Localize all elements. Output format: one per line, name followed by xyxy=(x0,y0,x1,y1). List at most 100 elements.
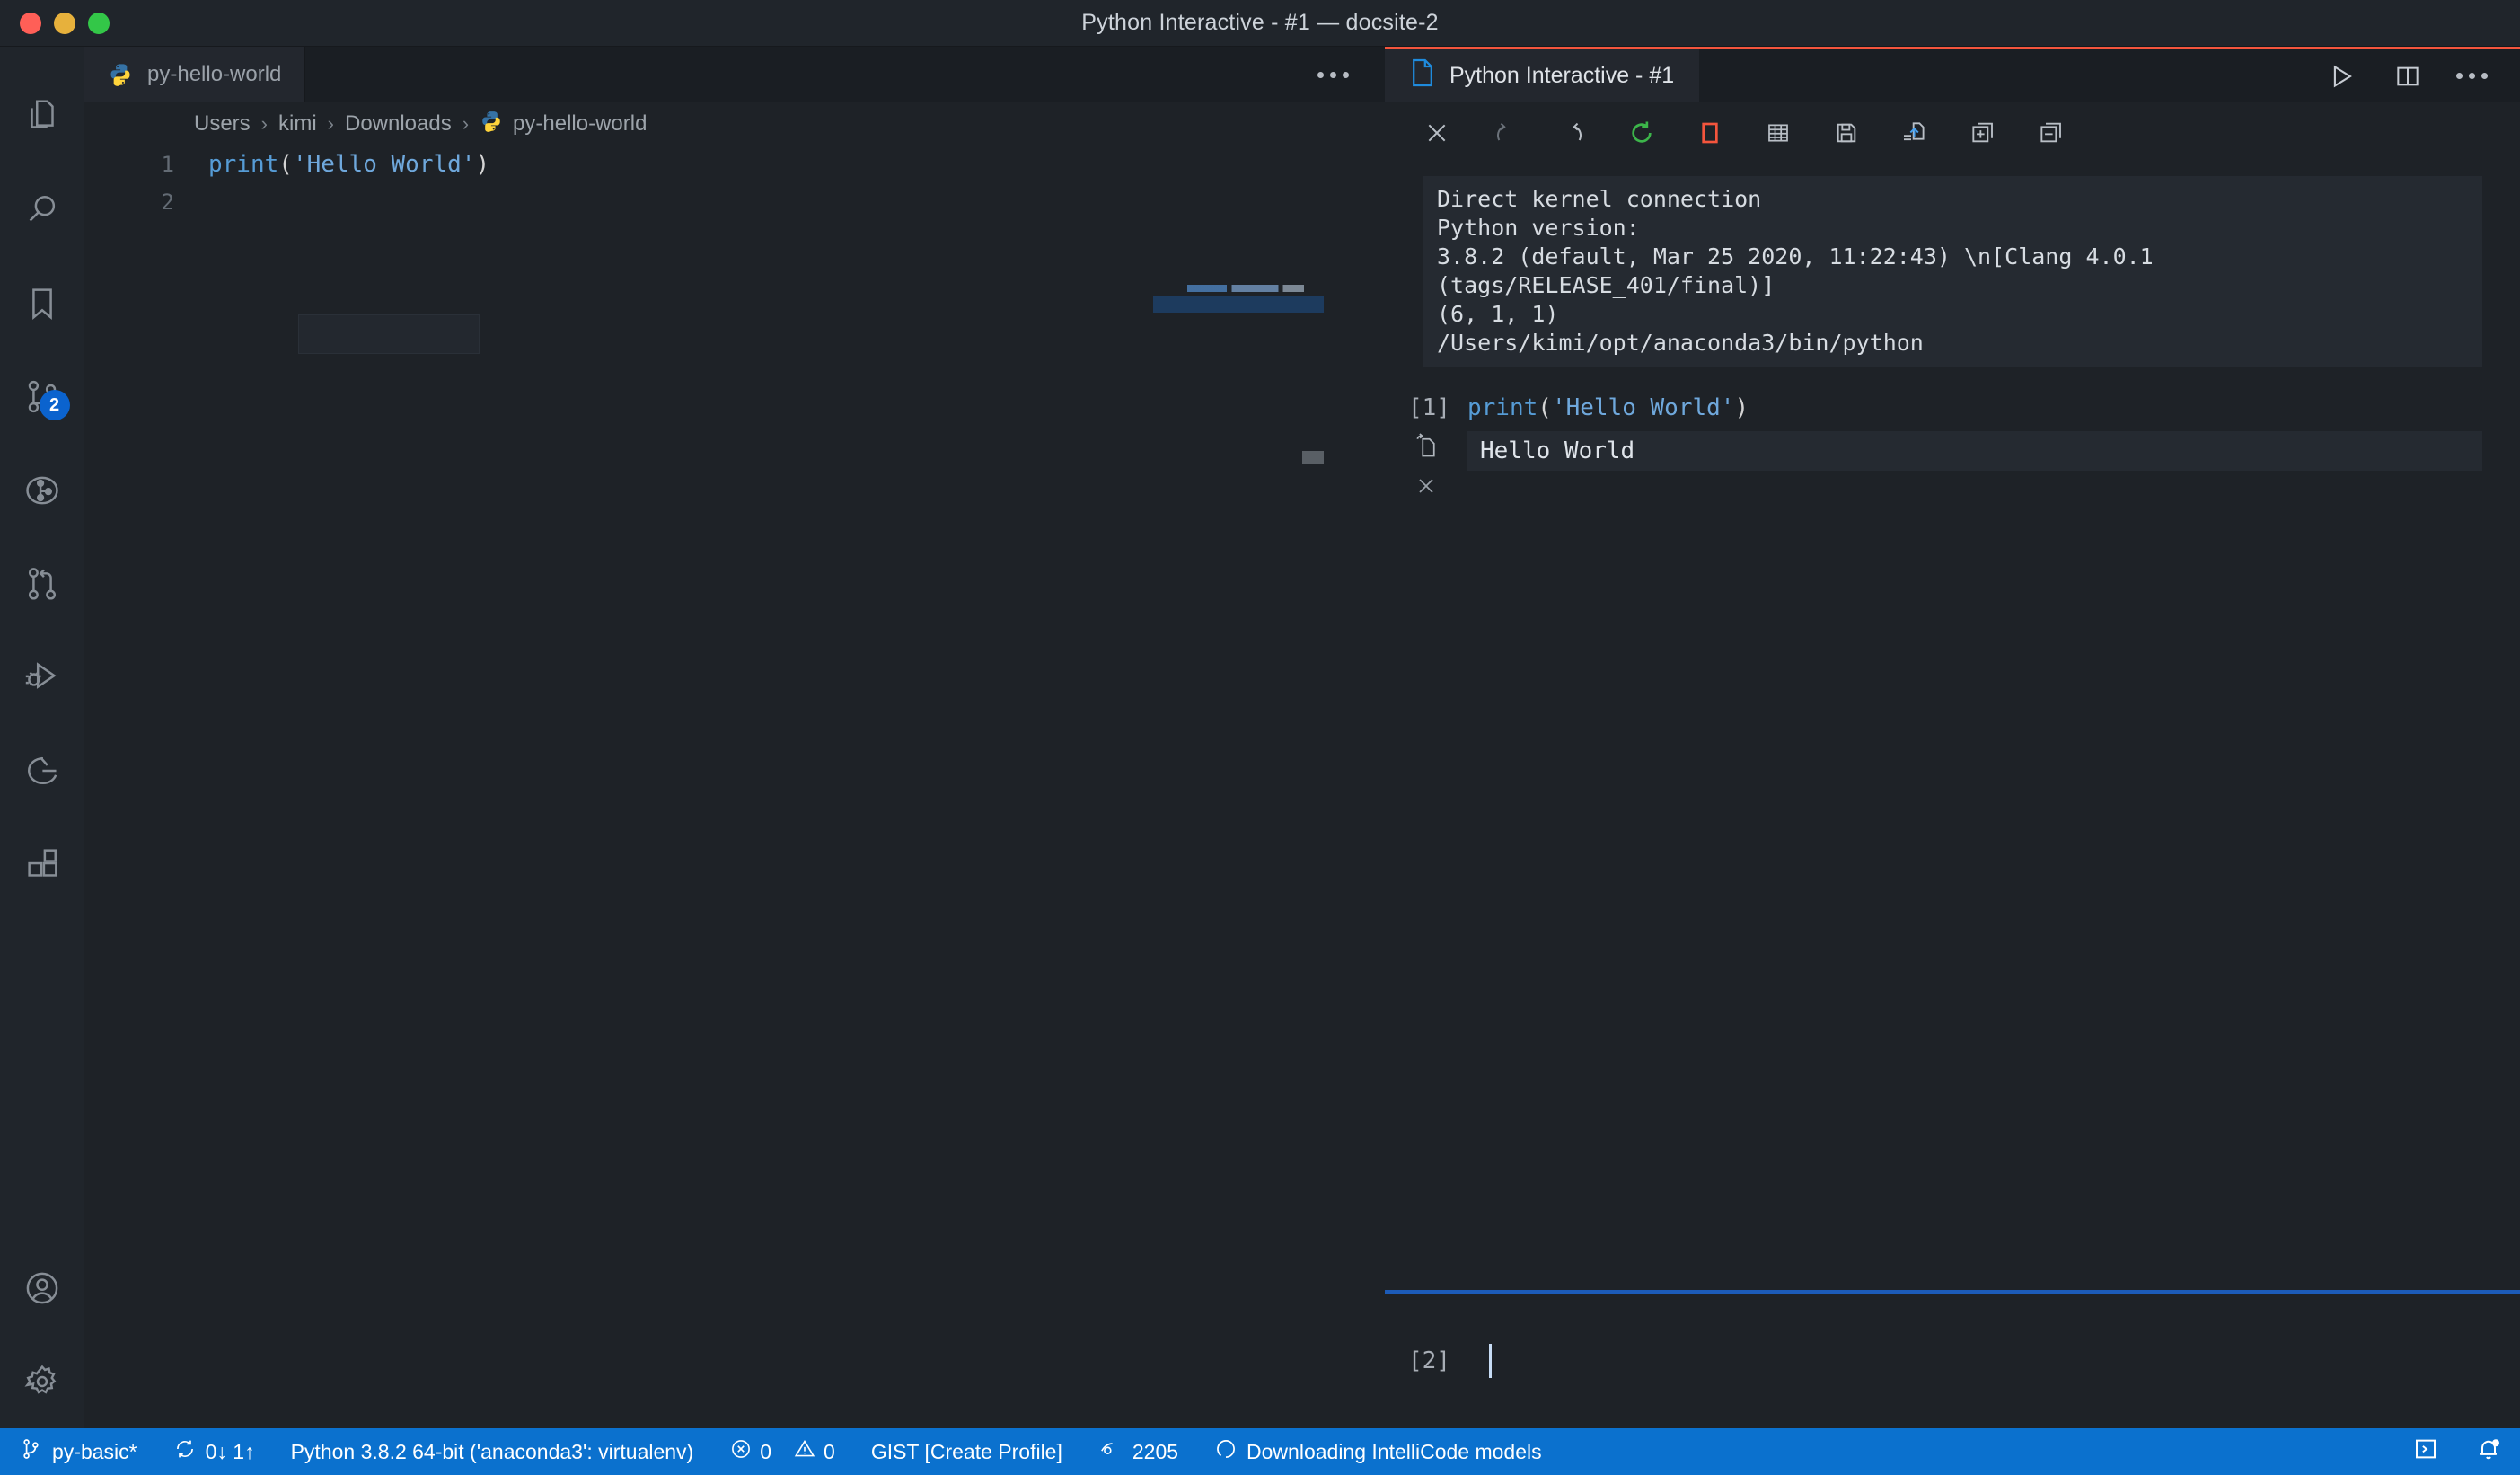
sidebar-item-source-control[interactable]: 2 xyxy=(0,350,84,444)
breadcrumb-item-2[interactable]: Downloads xyxy=(345,111,452,137)
python-icon xyxy=(108,62,133,87)
search-icon xyxy=(22,190,63,231)
sidebar-item-timeline[interactable] xyxy=(0,444,84,537)
breadcrumb-item-1[interactable]: kimi xyxy=(278,111,317,137)
sidebar-item-search[interactable] xyxy=(0,163,84,257)
status-open-remote-window[interactable] xyxy=(2392,1435,2457,1468)
minimap-selection xyxy=(1153,296,1324,313)
code-token-string: 'Hello World' xyxy=(292,151,476,178)
error-icon xyxy=(729,1437,753,1466)
maximize-window-button[interactable] xyxy=(88,12,110,34)
close-window-button[interactable] xyxy=(20,12,41,34)
warning-count-label: 0 xyxy=(824,1439,835,1463)
sidebar-item-extensions[interactable] xyxy=(0,817,84,911)
breadcrumb-separator: › xyxy=(462,112,470,135)
loading-icon xyxy=(1214,1437,1238,1466)
minimap-scrollbar[interactable] xyxy=(1302,451,1324,464)
status-gist[interactable]: GIST [Create Profile] xyxy=(853,1428,1080,1475)
redo-button[interactable] xyxy=(1487,115,1523,151)
status-watch-count[interactable]: 2205 xyxy=(1080,1428,1196,1475)
bell-dot-icon xyxy=(2475,1435,2502,1468)
minimap[interactable] xyxy=(1144,146,1324,1428)
minimize-window-button[interactable] xyxy=(54,12,75,34)
breadcrumb-item-0[interactable]: Users xyxy=(194,111,251,137)
sidebar-item-manage-settings[interactable] xyxy=(0,1335,84,1428)
interactive-scrollbar[interactable] xyxy=(2500,163,2520,1290)
python-icon xyxy=(480,110,503,139)
notebook-file-icon xyxy=(1410,57,1435,94)
collapse-all-button[interactable] xyxy=(2033,115,2069,151)
sidebar-item-bookmarks[interactable] xyxy=(0,257,84,350)
status-problems[interactable]: 0 0 xyxy=(711,1428,853,1475)
cell-output-text: Hello World xyxy=(1467,431,2482,471)
source-control-badge: 2 xyxy=(39,390,70,420)
sidebar-item-explorer[interactable] xyxy=(0,70,84,163)
code-token-paren-open: ( xyxy=(1538,394,1552,421)
status-sync[interactable]: 0↓ 1↑ xyxy=(155,1428,273,1475)
status-branch-label: py-basic* xyxy=(52,1439,137,1463)
window-title: Python Interactive - #1 — docsite-2 xyxy=(1081,10,1439,35)
interactive-tab-label: Python Interactive - #1 xyxy=(1449,63,1675,88)
activity-bar: 2 xyxy=(0,47,84,1428)
clear-all-button[interactable] xyxy=(1419,115,1455,151)
editor-tab-label: py-hello-world xyxy=(147,62,282,86)
error-count: 0 xyxy=(729,1437,771,1466)
run-button[interactable] xyxy=(2323,58,2359,94)
status-notifications[interactable] xyxy=(2457,1435,2520,1468)
editor-tab-actions xyxy=(1317,47,1385,102)
editor-group: py-hello-world Users › kimi › Downloads … xyxy=(84,47,1385,1428)
editor-more-actions-button[interactable] xyxy=(1317,71,1349,78)
status-python-interpreter-label: Python 3.8.2 64-bit ('anaconda3': virtua… xyxy=(290,1439,694,1463)
breadcrumb-separator: › xyxy=(260,112,268,135)
python-interactive-panel: Python Interactive - #1 Direct kernel co… xyxy=(1385,47,2520,1428)
code-token-paren-close: ) xyxy=(1734,394,1749,421)
interactive-tab-actions xyxy=(2323,49,2520,102)
expand-all-button[interactable] xyxy=(1965,115,2001,151)
interactive-cell-1[interactable]: [1] print('Hello World') xyxy=(1385,390,2520,426)
sync-icon xyxy=(173,1437,197,1466)
status-python-interpreter[interactable]: Python 3.8.2 64-bit ('anaconda3': virtua… xyxy=(273,1428,712,1475)
title-bar: Python Interactive - #1 — docsite-2 xyxy=(0,0,2520,47)
sidebar-item-run-and-debug[interactable] xyxy=(0,631,84,724)
breadcrumb-item-3[interactable]: py-hello-world xyxy=(480,110,647,139)
status-watch-count-label: 2205 xyxy=(1132,1439,1179,1463)
code-token-string: 'Hello World' xyxy=(1551,394,1735,421)
text-cursor xyxy=(1489,1344,1492,1378)
variables-button[interactable] xyxy=(1760,115,1796,151)
eye-icon xyxy=(1098,1437,1123,1466)
restart-kernel-button[interactable] xyxy=(1624,115,1660,151)
goto-code-icon[interactable] xyxy=(1413,431,1440,463)
breadcrumb: Users › kimi › Downloads › py-hello-worl… xyxy=(84,102,1385,146)
code-editor[interactable]: 1 print('Hello World') 2 xyxy=(84,146,1385,1428)
editor-tab-py-hello-world[interactable]: py-hello-world xyxy=(84,47,306,102)
workbench-body: 2 py-hello-world Users › kimi › Download… xyxy=(0,47,2520,1428)
interactive-toolbar xyxy=(1385,102,2520,163)
undo-button[interactable] xyxy=(1555,115,1591,151)
interactive-cells-container[interactable]: Direct kernel connection Python version:… xyxy=(1385,163,2520,1290)
interactive-input-cell[interactable]: [2] xyxy=(1385,1294,2520,1428)
close-x-icon[interactable] xyxy=(1414,473,1439,503)
warning-count: 0 xyxy=(793,1437,835,1466)
editor-tab-bar: py-hello-world xyxy=(84,47,1385,102)
error-count-label: 0 xyxy=(760,1439,772,1463)
code-token-paren-open: ( xyxy=(278,151,293,178)
sidebar-item-accounts[interactable] xyxy=(0,1241,84,1335)
gear-icon xyxy=(22,1361,63,1402)
status-intellicode-label: Downloading IntelliCode models xyxy=(1247,1439,1542,1463)
sidebar-item-remote-explorer[interactable] xyxy=(0,724,84,817)
interactive-cell-1-output-row: Hello World xyxy=(1385,431,2520,503)
save-notebook-button[interactable] xyxy=(1828,115,1864,151)
current-line-highlight xyxy=(298,314,480,354)
minimap-code-render xyxy=(1187,285,1304,292)
line-number: 1 xyxy=(161,152,174,177)
status-intellicode[interactable]: Downloading IntelliCode models xyxy=(1196,1428,1560,1475)
status-branch[interactable]: py-basic* xyxy=(0,1428,155,1475)
cell-code: print('Hello World') xyxy=(1467,390,1749,426)
interactive-tab[interactable]: Python Interactive - #1 xyxy=(1385,49,1700,102)
interrupt-kernel-button[interactable] xyxy=(1692,115,1728,151)
ellipsis-icon[interactable] xyxy=(2456,73,2488,79)
split-editor-icon[interactable] xyxy=(2390,58,2426,94)
pull-request-icon xyxy=(22,563,63,605)
export-button[interactable] xyxy=(1897,115,1933,151)
sidebar-item-pull-requests[interactable] xyxy=(0,537,84,631)
